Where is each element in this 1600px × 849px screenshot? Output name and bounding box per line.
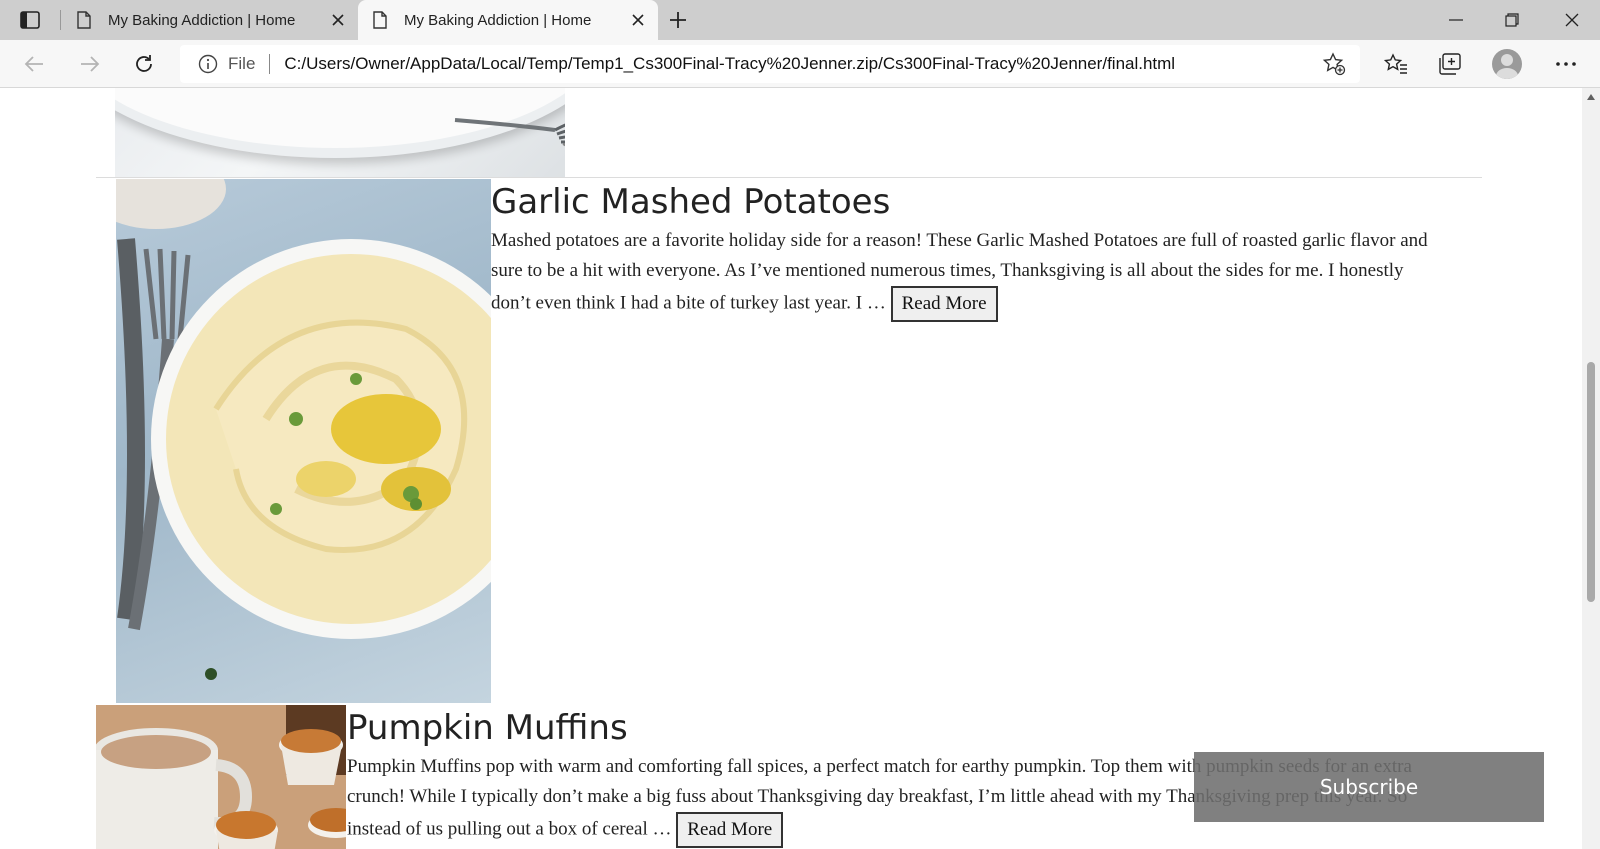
close-tab-icon[interactable] [624,6,652,34]
minimize-icon[interactable] [1428,0,1484,40]
profile-avatar[interactable] [1492,49,1522,79]
post-excerpt: Mashed potatoes are a favorite holiday s… [491,226,1443,322]
tab-bar: My Baking Addiction | Home My Baking Add… [0,0,1600,40]
scroll-up-icon[interactable] [1582,90,1600,104]
tab-title: My Baking Addiction | Home [404,11,592,29]
collections-icon[interactable] [1432,46,1468,82]
pumpkin-muffins-image [96,705,346,849]
forward-icon[interactable] [72,46,108,82]
info-icon[interactable] [198,54,218,74]
post-title[interactable]: Garlic Mashed Potatoes [491,180,1443,224]
vertical-scrollbar[interactable] [1582,88,1600,849]
previous-post-image [115,88,565,178]
favorites-icon[interactable] [1378,46,1414,82]
browser-toolbar: File C:/Users/Owner/AppData/Local/Temp/T… [0,40,1600,88]
tab-actions-icon[interactable] [14,8,46,32]
refresh-icon[interactable] [126,46,162,82]
tab-separator [60,10,61,30]
fork-graphic [454,118,565,147]
more-menu-icon[interactable] [1548,46,1584,82]
back-icon[interactable] [16,46,52,82]
restore-icon[interactable] [1484,0,1540,40]
add-favorite-icon[interactable] [1320,50,1348,78]
post-garlic-mashed-potatoes: Garlic Mashed Potatoes Mashed potatoes a… [491,180,1443,322]
post-divider [96,177,1482,178]
tab-inactive[interactable]: My Baking Addiction | Home [62,0,358,40]
close-window-icon[interactable] [1544,0,1600,40]
tab-active[interactable]: My Baking Addiction | Home [358,0,658,40]
new-tab-icon[interactable] [664,6,692,34]
url-text[interactable]: C:/Users/Owner/AppData/Local/Temp/Temp1_… [284,54,1320,74]
garlic-mashed-potatoes-image [116,179,491,703]
close-tab-icon[interactable] [324,6,352,34]
tab-title: My Baking Addiction | Home [108,11,296,29]
subscribe-button[interactable]: Subscribe [1194,752,1544,822]
read-more-button[interactable]: Read More [890,286,998,322]
post-title[interactable]: Pumpkin Muffins [347,706,1447,750]
scrollbar-thumb[interactable] [1587,362,1595,602]
document-icon [370,10,390,30]
address-bar[interactable]: File C:/Users/Owner/AppData/Local/Temp/T… [180,45,1360,83]
page-viewport: Garlic Mashed Potatoes Mashed potatoes a… [0,88,1582,849]
document-icon [74,10,94,30]
read-more-button[interactable]: Read More [676,812,784,848]
scheme-label: File [228,54,256,73]
divider [269,54,271,74]
